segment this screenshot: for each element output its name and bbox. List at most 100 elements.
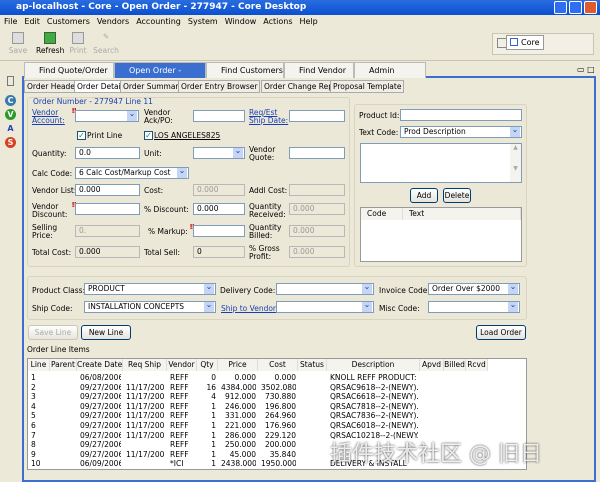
column-header-code[interactable]: Code [361, 208, 403, 220]
cost-label: Cost: [144, 186, 164, 195]
column-header-description[interactable]: Description [327, 359, 420, 371]
ship-code-select[interactable]: INSTALLATION CONCEPTS [84, 301, 216, 313]
save-line-button[interactable]: Save Line [28, 325, 78, 340]
text-area-scrollbar[interactable]: ▲ ▼ [510, 144, 521, 182]
quantity-input[interactable]: 0.0 [75, 147, 140, 159]
new-line-button[interactable]: New Line [81, 325, 131, 340]
table-row[interactable]: 2 09/27/2006 11/17/2006 REFF 16 4384.000 3502.… [28, 383, 488, 393]
cell-apvd [423, 373, 442, 383]
customer-icon[interactable]: C [5, 95, 16, 106]
text-area[interactable] [360, 143, 522, 183]
menu-system[interactable]: System [188, 17, 218, 26]
minimize-button[interactable] [554, 1, 567, 14]
minimize-maximize-icons[interactable]: ▭ □ [577, 65, 595, 74]
subtab-order-detail[interactable]: Order Detail [74, 80, 126, 93]
column-header-price[interactable]: Price [218, 359, 258, 371]
column-header-parent[interactable]: Parent [50, 359, 77, 371]
pct-markup-label: % Markup: [148, 227, 188, 236]
cell-qty: 1 [211, 411, 216, 421]
column-header-billed[interactable]: Billed [444, 359, 466, 371]
tab-find-customers[interactable]: Find Customers [206, 62, 284, 78]
column-header-create-date[interactable]: Create Date [77, 359, 123, 371]
subtab-order-summary[interactable]: Order Summary [120, 80, 186, 93]
column-header-status[interactable]: Status [298, 359, 327, 371]
text-code-select[interactable]: Prod Description [400, 126, 522, 138]
subtab-order-entry-browser[interactable]: Order Entry Browser [178, 80, 261, 93]
cell-status [301, 421, 325, 431]
editor-tabs: Find Quote/Order Open Order - 277947 ✕ F… [22, 62, 596, 91]
req-ship-date-link[interactable]: Req/Est Ship Date: [249, 109, 289, 125]
column-header-vendor[interactable]: Vendor [167, 359, 197, 371]
ship-to-vendor-link[interactable]: Ship to Vendor: [221, 305, 278, 313]
product-class-select[interactable]: PRODUCT [84, 283, 216, 295]
selling-price-field: 0. [75, 225, 140, 237]
close-button[interactable] [584, 1, 597, 14]
pct-discount-input[interactable]: 0.000 [193, 203, 245, 215]
save-button[interactable]: Save [4, 32, 32, 55]
menu-window[interactable]: Window [225, 17, 257, 26]
ship-to-vendor-select[interactable] [276, 301, 374, 313]
print-line-checkbox[interactable]: ✓ [77, 131, 86, 140]
table-row[interactable]: 3 09/27/2006 11/17/2006 REFF 4 912.000 730.880… [28, 392, 488, 402]
los-angeles-checkbox[interactable]: ✓ [144, 131, 153, 140]
tab-admin-console[interactable]: Admin Console [354, 62, 426, 91]
misc-code-select[interactable] [428, 301, 520, 313]
system-icon[interactable]: S [5, 137, 16, 148]
menu-customers[interactable]: Customers [47, 17, 90, 26]
req-ship-date-input[interactable] [289, 110, 345, 122]
subtab-proposal-template[interactable]: Proposal Template [330, 80, 405, 93]
table-row[interactable]: 4 09/27/2006 11/17/2006 REFF 1 246.000 196.800… [28, 402, 488, 412]
column-header-text[interactable]: Text [403, 208, 521, 220]
subtab-order-header[interactable]: Order Header [24, 80, 82, 93]
delete-button[interactable]: Delete [443, 188, 471, 203]
vendor-list-input[interactable]: 0.000 [75, 184, 140, 196]
menu-accounting[interactable]: Accounting [136, 17, 181, 26]
load-order-button[interactable]: Load Order [476, 325, 526, 340]
vendor-ackpo-input[interactable] [193, 110, 245, 122]
vendor-quote-input[interactable] [289, 147, 345, 159]
order-line-items-title: Order Line Items [27, 345, 90, 354]
table-row[interactable]: 6 09/27/2006 11/17/2006 REFF 1 221.000 176.960… [28, 421, 488, 431]
menu-vendors[interactable]: Vendors [97, 17, 129, 26]
print-icon [72, 32, 84, 44]
line-detail-panel [27, 97, 350, 267]
column-header-req-ship[interactable]: Req Ship [123, 359, 167, 371]
cell-billed [447, 411, 464, 421]
column-header-apvd[interactable]: Apvd [420, 359, 444, 371]
accounting-icon[interactable]: A [5, 123, 16, 134]
calc-code-select[interactable]: 6 Calc Cost/Markup Cost [75, 167, 189, 179]
menu-help[interactable]: Help [300, 17, 318, 26]
column-header-rcvd[interactable]: Rcvd [466, 359, 488, 371]
invoice-code-select[interactable]: Order Over $2000 [428, 283, 520, 295]
product-id-input[interactable] [400, 109, 522, 121]
cell-description: KNOLL REFF PRODUCT: [330, 373, 417, 382]
pct-discount-label: % Discount: [144, 205, 189, 214]
tab-open-order[interactable]: Open Order - 277947 ✕ [114, 62, 206, 91]
vendor-account-select[interactable] [75, 110, 139, 122]
search-button[interactable]: ✎ Search [92, 32, 120, 55]
maximize-button[interactable] [569, 1, 582, 14]
vendor-discount-input[interactable] [75, 203, 140, 215]
menu-file[interactable]: File [4, 17, 17, 26]
new-view-icon[interactable] [7, 76, 14, 86]
cell-billed [447, 383, 464, 393]
perspective-core-button[interactable]: Core [506, 35, 544, 50]
table-row[interactable]: 1 06/08/2006 REFF 0 0.000 0.000 KNOLL REFF PRO… [28, 373, 488, 383]
tab-find-vendor[interactable]: Find Vendor [284, 62, 354, 78]
pct-markup-input[interactable] [193, 225, 245, 237]
print-button[interactable]: Print [64, 32, 92, 55]
refresh-button[interactable]: Refresh [36, 32, 64, 55]
table-row[interactable]: 5 09/27/2006 11/17/2006 REFF 1 331.000 264.960… [28, 411, 488, 421]
vendor-icon[interactable]: V [5, 109, 16, 120]
column-header-qty[interactable]: Qty [197, 359, 218, 371]
column-header-line[interactable]: Line [28, 359, 50, 371]
menu-actions[interactable]: Actions [263, 17, 292, 26]
menu-edit[interactable]: Edit [24, 17, 40, 26]
delivery-code-select[interactable] [276, 283, 374, 295]
tab-find-quote-order[interactable]: Find Quote/Order [24, 62, 114, 78]
cell-price: 45.000 [229, 449, 256, 459]
vendor-account-link[interactable]: Vendor Account: [32, 109, 70, 125]
column-header-cost[interactable]: Cost [258, 359, 298, 371]
unit-select[interactable] [193, 147, 245, 159]
add-button[interactable]: Add [410, 188, 438, 203]
